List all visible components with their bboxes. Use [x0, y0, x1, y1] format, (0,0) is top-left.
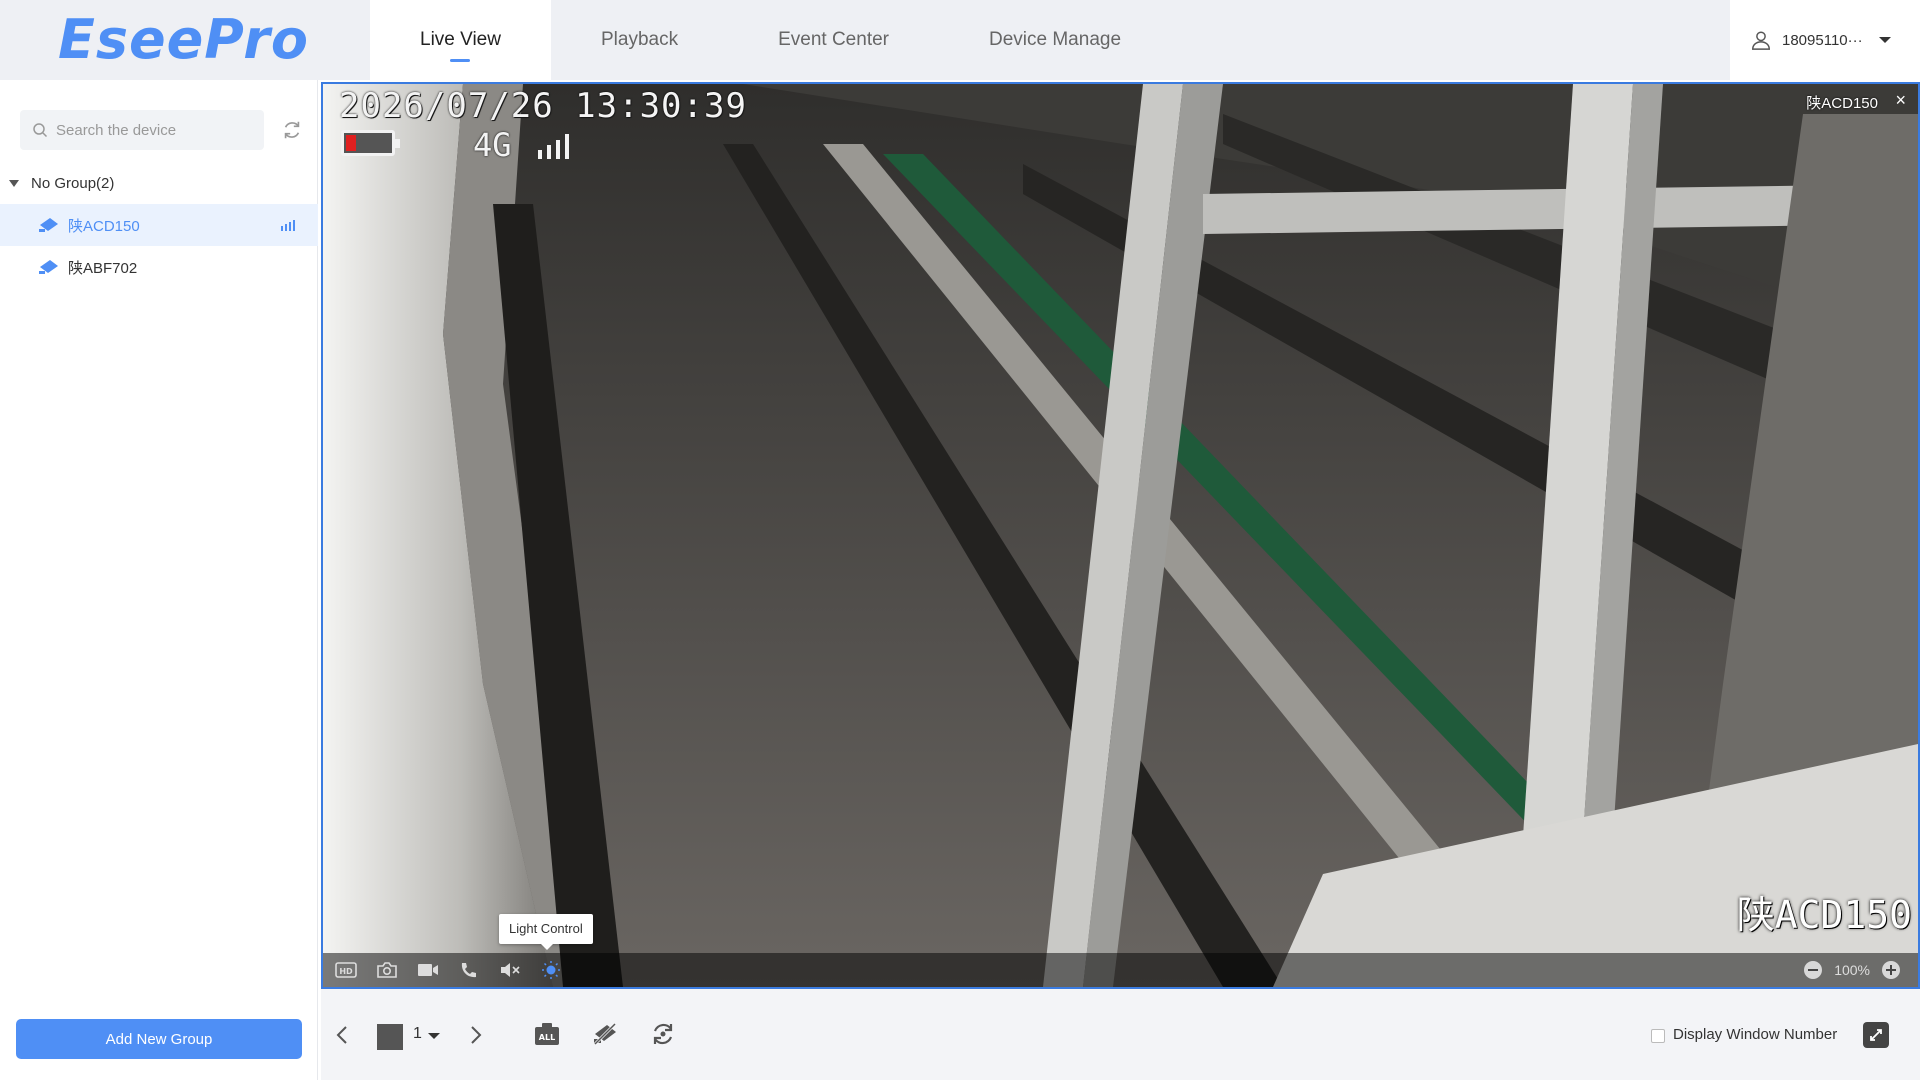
tooltip-light-control: Light Control	[499, 914, 593, 950]
refresh-all-icon[interactable]	[649, 1020, 677, 1048]
group-no-group[interactable]: No Group(2)	[0, 166, 318, 200]
add-new-group-button[interactable]: Add New Group	[16, 1019, 302, 1059]
video-control-bar: HD 100%	[323, 953, 1918, 987]
talk-icon[interactable]	[456, 959, 482, 981]
top-header: EseePro Live View Playback Event Center …	[0, 0, 1920, 80]
snapshot-icon[interactable]	[374, 959, 400, 981]
camera-feed-image	[323, 84, 1918, 987]
bottom-toolbar: 1 ALL Display Window Number	[321, 989, 1920, 1080]
chevron-down-icon[interactable]	[1878, 37, 1891, 43]
search-box	[20, 110, 264, 150]
mute-icon[interactable]	[497, 959, 523, 981]
user-menu[interactable]: 18095110···	[1730, 0, 1920, 80]
record-icon[interactable]	[415, 959, 441, 981]
zoom-in-icon[interactable]	[1882, 961, 1900, 979]
group-label: No Group(2)	[31, 174, 115, 192]
display-window-number-label: Display Window Number	[1673, 1026, 1838, 1043]
zoom-level: 100%	[1834, 962, 1870, 978]
video-window[interactable]: 2026/07/26 13:30:39 4G 陕ACD150 × 陕ACD150…	[321, 82, 1920, 989]
svg-text:HD: HD	[339, 967, 353, 976]
tab-playback[interactable]: Playback	[551, 0, 728, 80]
osd-network: 4G	[473, 126, 512, 164]
chevron-right-icon[interactable]	[465, 1020, 487, 1050]
device-item[interactable]: 陕ACD150	[0, 204, 318, 246]
zoom-out-icon[interactable]	[1804, 961, 1823, 979]
hd-icon[interactable]: HD	[333, 959, 359, 981]
device-name: 陕ACD150	[68, 217, 140, 235]
caret-down-icon[interactable]	[9, 179, 19, 187]
fullscreen-icon[interactable]	[1863, 1022, 1889, 1048]
refresh-icon[interactable]	[281, 119, 303, 141]
tab-event-center[interactable]: Event Center	[728, 0, 939, 80]
device-name: 陕ABF702	[68, 259, 138, 277]
page-number: 1	[413, 1025, 422, 1042]
tab-live-view[interactable]: Live View	[370, 0, 551, 80]
search-icon	[33, 123, 48, 138]
open-all-icon[interactable]: ALL	[533, 1020, 561, 1048]
battery-icon	[341, 130, 400, 156]
user-name: 18095110···	[1782, 31, 1863, 49]
main-nav: Live View Playback Event Center Device M…	[370, 0, 1171, 80]
close-all-icon[interactable]	[591, 1020, 619, 1048]
close-icon[interactable]: ×	[1895, 90, 1906, 111]
user-icon	[1752, 31, 1770, 50]
caret-down-icon[interactable]	[428, 1033, 440, 1039]
camera-icon	[39, 260, 58, 274]
osd-datetime: 2026/07/26 13:30:39	[339, 86, 747, 126]
device-sidebar: No Group(2) 陕ACD150 陕ABF702 Add New Grou…	[0, 80, 318, 1080]
signal-bars-icon	[538, 134, 569, 159]
app-logo: EseePro	[58, 8, 309, 71]
chevron-left-icon[interactable]	[331, 1020, 353, 1050]
layout-single-icon[interactable]	[377, 1024, 403, 1050]
display-window-number-checkbox[interactable]	[1651, 1029, 1665, 1043]
device-item[interactable]: 陕ABF702	[0, 246, 318, 288]
window-device-label: 陕ACD150	[1806, 95, 1878, 112]
osd-plate: 陕ACD150	[1736, 893, 1912, 937]
svg-text:ALL: ALL	[539, 1033, 555, 1042]
camera-icon	[39, 218, 58, 232]
signal-icon	[281, 220, 295, 231]
light-icon[interactable]	[538, 959, 564, 981]
search-input[interactable]	[56, 121, 256, 139]
zoom-control: 100%	[1804, 953, 1900, 987]
tab-device-manage[interactable]: Device Manage	[939, 0, 1171, 80]
